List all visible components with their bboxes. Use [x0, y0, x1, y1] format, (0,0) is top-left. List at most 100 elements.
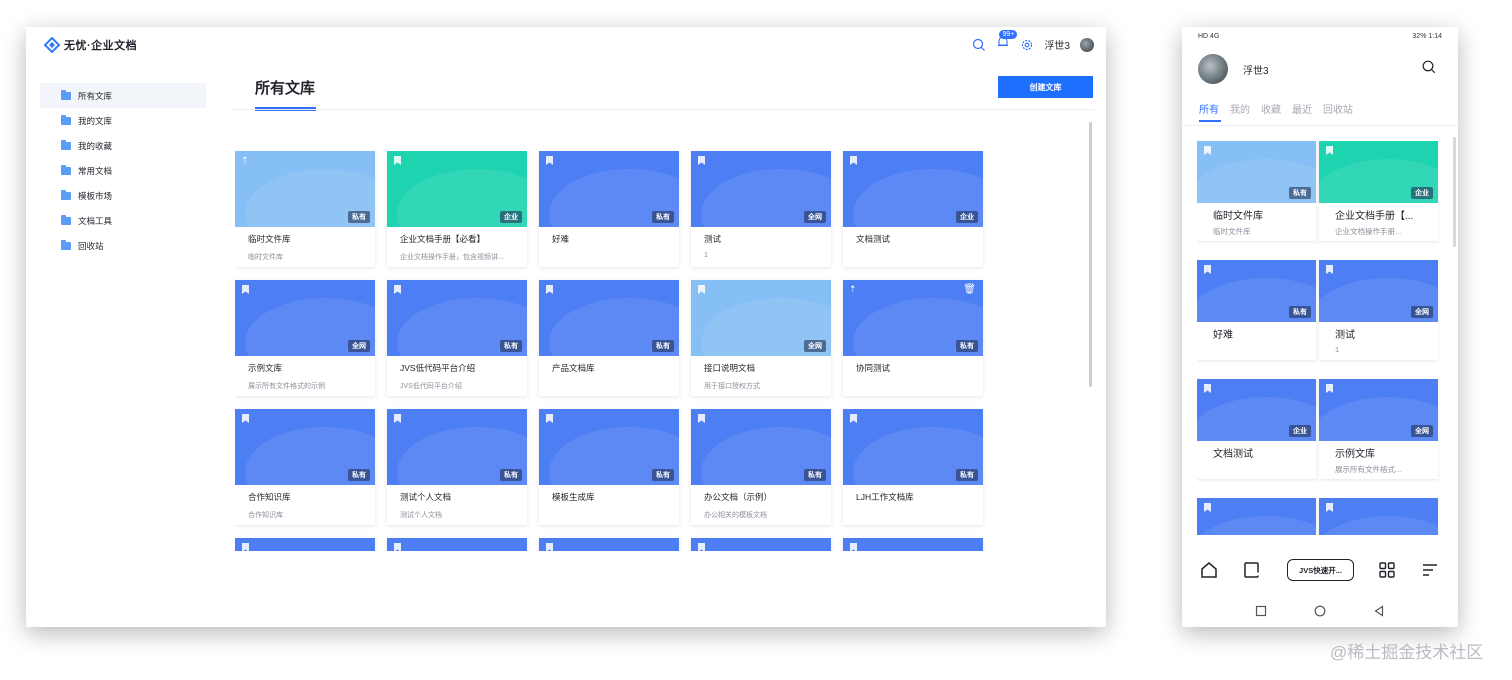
folder-icon [61, 89, 71, 100]
library-card[interactable]: 私有 LJH工作文档库 [843, 409, 983, 525]
notification-button[interactable]: 99+ [996, 30, 1018, 54]
desktop-window: 无忧·企业文档 99+ 浮世3 所有文库 我的文库 我的收藏 常用文档 模板市场… [26, 27, 1106, 627]
home-icon[interactable] [1200, 561, 1218, 579]
library-card[interactable]: 全网 测试 1 [691, 151, 831, 267]
scrollbar[interactable] [1453, 137, 1456, 247]
bookmark-icon[interactable] [698, 285, 705, 294]
quick-open-pill[interactable]: JVS快速开... [1287, 559, 1354, 581]
mobile-header: 浮世3 [1182, 51, 1458, 91]
library-card[interactable]: 私有 合作知识库 合作知识库 [235, 409, 375, 525]
bookmark-icon[interactable] [1204, 503, 1211, 512]
library-card[interactable]: 全网 示例文库 展示所有文件格式的示例 [235, 280, 375, 396]
pin-icon[interactable]: ⇡ [241, 155, 249, 166]
bookmark-icon[interactable] [546, 285, 553, 294]
visibility-tag: 私有 [956, 340, 978, 352]
bookmark-icon[interactable] [546, 414, 553, 423]
search-icon[interactable] [1422, 60, 1436, 74]
avatar[interactable] [1198, 54, 1228, 84]
bookmark-icon[interactable] [546, 156, 553, 165]
bookmark-icon[interactable] [394, 156, 401, 165]
bookmark-icon[interactable] [698, 543, 705, 551]
card-description: 企业文档操作手册，包含视频讲... [400, 254, 504, 261]
bookmark-icon[interactable] [698, 156, 705, 165]
sidebar-item-favorites[interactable]: 我的收藏 [40, 133, 206, 158]
library-card[interactable]: 企业 文档测试 [1197, 379, 1316, 479]
library-card[interactable]: 私有 测试个人文档 测试个人文档 [387, 409, 527, 525]
bookmark-icon[interactable] [1204, 384, 1211, 393]
library-card[interactable]: 企业 企业文档手册【必看】 企业文档操作手册，包含视频讲... [387, 151, 527, 267]
logo[interactable]: 无忧·企业文档 [44, 37, 137, 53]
library-card[interactable]: 全网 接口说明文档 用于接口授权方式 [691, 280, 831, 396]
home-button-icon[interactable] [1314, 605, 1326, 617]
library-card[interactable]: 私有 好难 [539, 151, 679, 267]
sidebar-item-label: 常用文档 [78, 165, 113, 176]
sidebar-item-all-libraries[interactable]: 所有文库 [40, 83, 206, 108]
apps-grid-icon[interactable] [1378, 561, 1396, 579]
bookmark-icon[interactable] [1326, 384, 1333, 393]
search-icon[interactable] [972, 38, 986, 52]
library-card[interactable] [387, 538, 527, 551]
library-card[interactable]: ⇡ 私有 临时文件库 临时文件库 [235, 151, 375, 267]
bookmark-icon[interactable] [394, 543, 401, 551]
tab-all[interactable]: 所有 [1199, 101, 1219, 116]
recent-apps-icon[interactable] [1255, 605, 1267, 617]
library-card[interactable] [843, 538, 983, 551]
bookmark-icon[interactable] [1326, 503, 1333, 512]
card-title: 协同测试 [856, 363, 891, 373]
library-card[interactable]: 私有 模板生成库 [539, 409, 679, 525]
bookmark-icon[interactable] [242, 543, 249, 551]
menu-icon[interactable] [1421, 561, 1439, 579]
bookmark-icon[interactable] [850, 414, 857, 423]
avatar[interactable] [1080, 37, 1094, 52]
library-card[interactable]: ⇡ 🗑 私有协同测试 [843, 280, 983, 396]
tab-mine[interactable]: 我的 [1230, 101, 1250, 116]
bookmark-icon[interactable] [546, 543, 553, 551]
library-card[interactable]: 私有 JVS低代码平台介绍 JVS低代码平台介绍 [387, 280, 527, 396]
card-title: 模板生成库 [552, 492, 595, 502]
back-icon[interactable] [1373, 605, 1385, 617]
tab-switch-icon[interactable] [1243, 561, 1261, 579]
gear-icon[interactable] [1020, 38, 1034, 52]
bookmark-icon[interactable] [394, 285, 401, 294]
bookmark-icon[interactable] [242, 285, 249, 294]
sidebar-item-template-market[interactable]: 模板市场 [40, 183, 206, 208]
library-card[interactable]: 全网 测试 1 [1319, 260, 1438, 360]
library-card[interactable]: 企业 企业文档手册【... 企业文档操作手册... [1319, 141, 1438, 241]
sidebar-item-frequent-docs[interactable]: 常用文档 [40, 158, 206, 183]
bookmark-icon[interactable] [1204, 265, 1211, 274]
user-name[interactable]: 浮世3 [1044, 37, 1070, 52]
library-card[interactable]: 私有 产品文档库 [539, 280, 679, 396]
library-card[interactable]: 私有 好难 [1197, 260, 1316, 360]
visibility-tag: 企业 [1289, 425, 1311, 437]
library-card[interactable] [1197, 498, 1316, 535]
bookmark-icon[interactable] [1326, 146, 1333, 155]
user-name[interactable]: 浮世3 [1243, 62, 1269, 77]
library-card[interactable]: 全网 示例文库 展示所有文件格式... [1319, 379, 1438, 479]
bookmark-icon[interactable] [1204, 146, 1211, 155]
bookmark-icon[interactable] [698, 414, 705, 423]
library-card[interactable] [1319, 498, 1438, 535]
sidebar-item-my-libraries[interactable]: 我的文库 [40, 108, 206, 133]
bookmark-icon[interactable] [850, 156, 857, 165]
library-card[interactable]: 私有 办公文档（示例） 办公相关的模板文档 [691, 409, 831, 525]
library-card[interactable] [235, 538, 375, 551]
create-library-button[interactable]: 创建文库 [998, 76, 1093, 98]
library-card[interactable] [539, 538, 679, 551]
library-card[interactable]: 私有 临时文件库 临时文件库 [1197, 141, 1316, 241]
system-nav [1182, 603, 1458, 621]
scrollbar[interactable] [1089, 122, 1092, 387]
bookmark-icon[interactable] [242, 414, 249, 423]
library-card[interactable] [691, 538, 831, 551]
trash-icon[interactable]: 🗑 [963, 284, 976, 295]
sidebar-item-doc-tools[interactable]: 文档工具 [40, 208, 206, 233]
bookmark-icon[interactable] [1326, 265, 1333, 274]
tab-recent[interactable]: 最近 [1292, 101, 1312, 116]
tab-favorites[interactable]: 收藏 [1261, 101, 1281, 116]
bookmark-icon[interactable] [850, 543, 857, 551]
pin-icon[interactable]: ⇡ [849, 284, 857, 295]
tab-recycle-bin[interactable]: 回收站 [1323, 101, 1353, 116]
bookmark-icon[interactable] [394, 414, 401, 423]
card-description: 展示所有文件格式的示例 [248, 383, 325, 390]
library-card[interactable]: 企业 文档测试 [843, 151, 983, 267]
sidebar-item-recycle-bin[interactable]: 回收站 [40, 233, 206, 258]
